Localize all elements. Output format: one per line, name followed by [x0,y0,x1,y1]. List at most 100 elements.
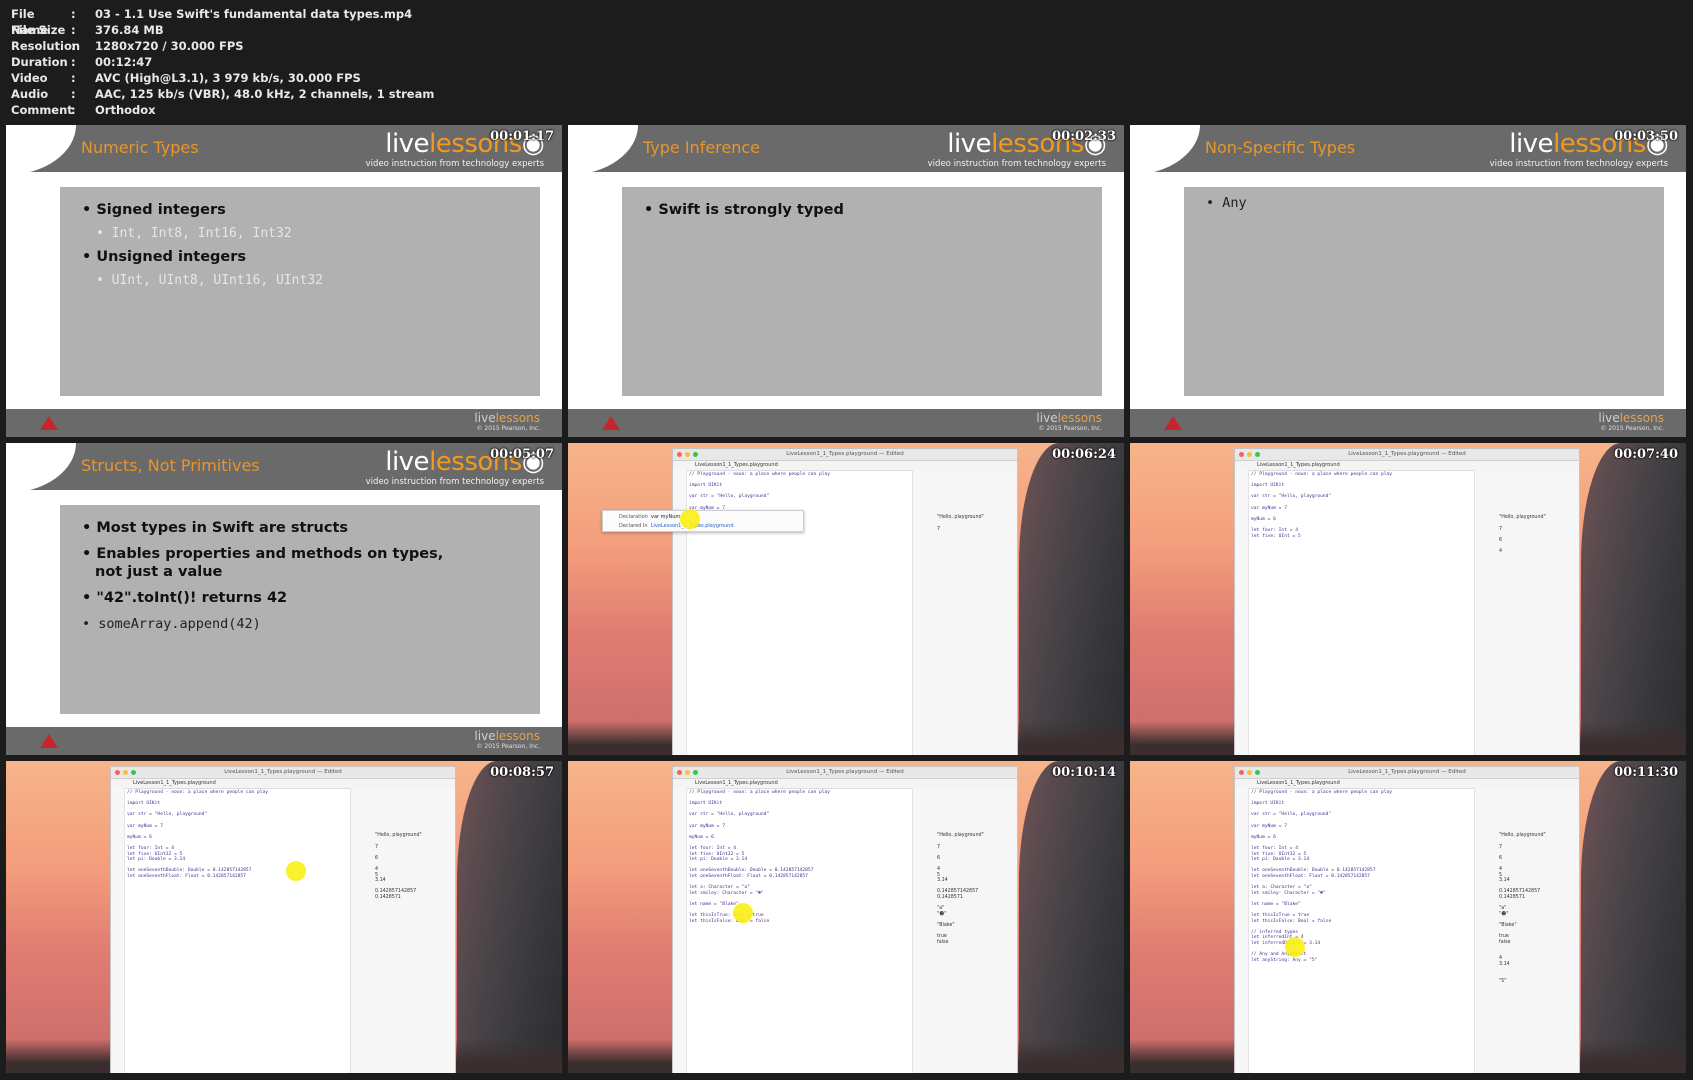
file-info-key: Duration [11,55,68,69]
slide-title: Structs, Not Primitives [81,456,260,475]
minimize-dot-icon[interactable] [1247,452,1252,457]
logo-live: live [474,411,496,425]
desktop-cliff-image [457,761,562,1073]
pearson-logo-icon [40,416,58,430]
footer-copyright: © 2015 Pearson, Inc. [476,425,540,432]
slide-content-box [60,187,540,396]
minimize-dot-icon[interactable] [685,770,690,775]
thumbnail-slide[interactable]: Non-Specific Types livelessons◉ video in… [1130,125,1686,437]
results-sidebar: "Hello, playground" 7 6 4 5 3.14 0.14285… [1474,788,1579,1073]
slide-bullet: • someArray.append(42) [82,616,261,632]
close-dot-icon[interactable] [677,770,682,775]
timestamp: 00:08:57 [490,765,554,780]
close-dot-icon[interactable] [677,452,682,457]
cursor-highlight [680,509,700,529]
thumbnail-screen[interactable]: LiveLesson1_1_Types.playground — Edited … [1130,443,1686,755]
file-info-row: Duration: 00:12:47 [11,54,434,70]
results-values: "Hello, playground" 7 6 4 [1499,515,1546,554]
file-info-separator: : [71,39,76,53]
zoom-dot-icon[interactable] [693,770,698,775]
file-info-key: Comment [11,103,73,117]
timestamp: 00:11:30 [1614,765,1678,780]
popover-label: Declared In [619,523,648,529]
logo-tagline: video instruction from technology expert… [927,159,1106,169]
slide-bullet: • Signed integers [82,202,226,218]
window-title: LiveLesson1_1_Types.playground — Edited [1348,769,1466,775]
footer-logo: livelessons © 2015 Pearson, Inc. [474,729,540,751]
popover-label: Declaration [619,514,648,520]
slide-bullet: • Swift is strongly typed [644,202,844,218]
line-gutter [1235,470,1249,755]
xcode-window: LiveLesson1_1_Types.playground — Edited … [110,766,456,1073]
logo-live: live [474,729,496,743]
slide-footer: livelessons © 2015 Pearson, Inc. [6,727,562,755]
file-info-row: Video: AVC (High@L3.1), 3 979 kb/s, 30.00… [11,70,434,86]
slide-content-box [60,505,540,714]
cursor-highlight [1285,937,1305,957]
thumbnail-screen[interactable]: LiveLesson1_1_Types.playground — Edited … [1130,761,1686,1073]
zoom-dot-icon[interactable] [131,770,136,775]
window-titlebar: LiveLesson1_1_Types.playground — Edited [1235,767,1579,779]
file-info-row: Audio: AAC, 125 kb/s (VBR), 48.0 kHz, 2 c… [11,86,434,102]
logo-live: live [1036,411,1058,425]
desktop-cliff-image [1581,761,1686,1073]
logo-lessons: lessons [1057,411,1102,425]
line-gutter [673,788,687,1073]
slide-bullet: • "42".toInt()! returns 42 [82,590,288,606]
close-dot-icon[interactable] [1239,770,1244,775]
slide-sub-bullet: • Int, Int8, Int16, Int32 [96,226,292,241]
results-values: "Hello, playground" 7 [937,515,984,532]
timestamp: 00:05:07 [490,447,554,462]
logo-tagline: video instruction from technology expert… [1489,159,1668,169]
minimize-dot-icon[interactable] [1247,770,1252,775]
thumbnail-slide[interactable]: Type Inference livelessons◉ video instru… [568,125,1124,437]
thumbnail-screen[interactable]: LiveLesson1_1_Types.playground — Edited … [568,761,1124,1073]
logo-lessons: lessons [1619,411,1664,425]
timestamp: 00:03:50 [1614,129,1678,144]
thumbnail-screen[interactable]: LiveLesson1_1_Types.playground — Edited … [6,761,562,1073]
file-info-value: AVC (High@L3.1), 3 979 kb/s, 30.000 FPS [95,71,361,85]
thumbnail-slide[interactable]: Structs, Not Primitives livelessons◉ vid… [6,443,562,755]
footer-logo: livelessons © 2015 Pearson, Inc. [1036,411,1102,433]
code-editor[interactable]: // Playground - noun: a place where peop… [1251,790,1392,963]
slide-bullet: • Most types in Swift are structs [82,520,349,536]
results-sidebar: "Hello, playground" 7 6 4 5 3.14 0.14285… [350,788,455,1073]
slide-bullet: • Enables properties and methods on type… [82,546,444,562]
footer-copyright: © 2015 Pearson, Inc. [1038,425,1102,432]
desktop-cliff-image [1019,443,1124,755]
file-info-row: File Name: 03 - 1.1 Use Swift's fundament… [11,6,434,37]
window-titlebar: LiveLesson1_1_Types.playground — Edited [673,767,1017,779]
window-titlebar: LiveLesson1_1_Types.playground — Edited [111,767,455,779]
close-dot-icon[interactable] [1239,452,1244,457]
xcode-window: LiveLesson1_1_Types.playground — Edited … [1234,766,1580,1073]
zoom-dot-icon[interactable] [1255,452,1260,457]
slide-title: Type Inference [643,138,761,157]
desktop-cliff-image [1581,443,1686,755]
slide-footer: livelessons © 2015 Pearson, Inc. [6,409,562,437]
zoom-dot-icon[interactable] [1255,770,1260,775]
file-info-key: Video [11,71,48,85]
slide-sub-bullet: • UInt, UInt8, UInt16, UInt32 [96,273,323,288]
timestamp: 00:02:33 [1052,129,1116,144]
line-gutter [111,788,125,1073]
file-info-row: Comment: Orthodox [11,102,434,118]
close-dot-icon[interactable] [115,770,120,775]
thumbnail-slide[interactable]: Numeric Types livelessons◉ video instruc… [6,125,562,437]
code-editor[interactable]: // Playground - noun: a place where peop… [1251,472,1392,539]
code-editor[interactable]: // Playground - noun: a place where peop… [689,472,830,511]
slide-bullet-continuation: not just a value [95,564,223,580]
pearson-logo-icon [1164,416,1182,430]
code-editor[interactable]: // Playground - noun: a place where peop… [689,790,830,924]
thumbnail-screen[interactable]: LiveLesson1_1_Types.playground — Edited … [568,443,1124,755]
logo-live: live [947,129,992,159]
zoom-dot-icon[interactable] [693,452,698,457]
window-title: LiveLesson1_1_Types.playground — Edited [224,769,342,775]
footer-logo: livelessons © 2015 Pearson, Inc. [1598,411,1664,433]
code-editor[interactable]: // Playground - noun: a place where peop… [127,790,268,880]
minimize-dot-icon[interactable] [123,770,128,775]
file-info-key: Resolution [11,39,81,53]
cursor-highlight [733,903,753,923]
results-values: "Hello, playground" 7 6 4 5 3.14 0.14285… [937,833,984,945]
slide-title: Non-Specific Types [1205,138,1356,157]
minimize-dot-icon[interactable] [685,452,690,457]
